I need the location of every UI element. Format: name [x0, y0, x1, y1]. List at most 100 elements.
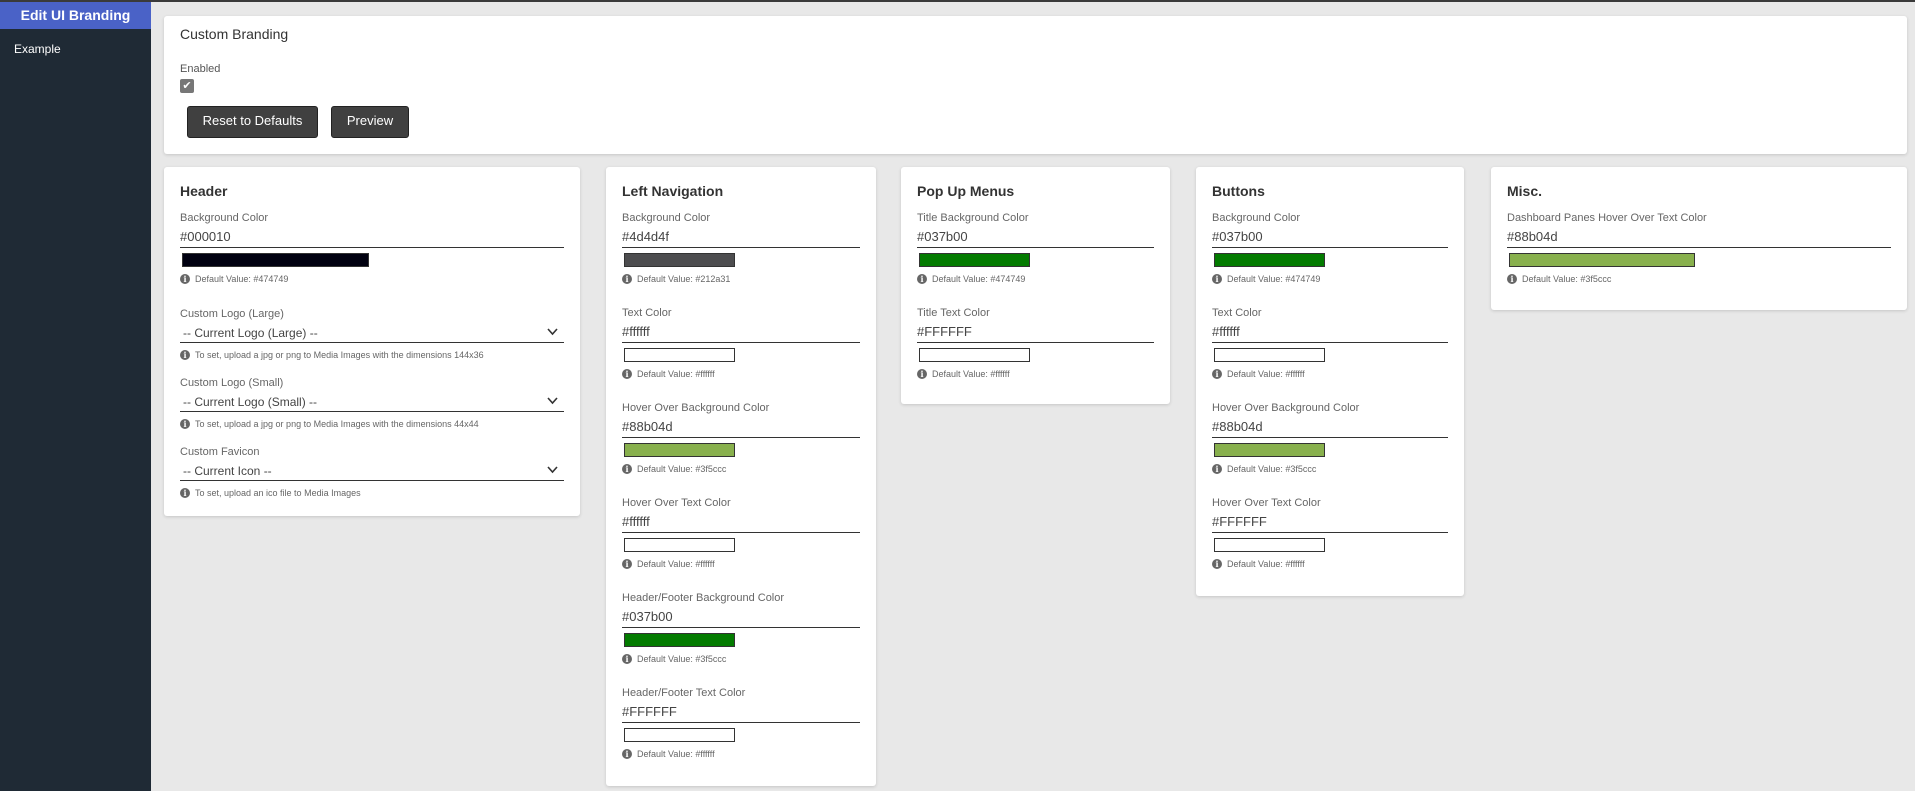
color-swatch[interactable]: [624, 253, 735, 267]
field-label: Title Background Color: [917, 212, 1029, 224]
logo-small-select[interactable]: -- Current Logo (Small) --: [180, 390, 564, 412]
color-swatch[interactable]: [919, 348, 1030, 362]
info-icon: i: [180, 419, 190, 429]
info-icon: i: [1507, 274, 1517, 284]
default-value-text: Default Value: #ffffff: [1227, 559, 1305, 569]
hint: i To set, upload a jpg or png to Media Im…: [180, 349, 564, 361]
favicon-select[interactable]: -- Current Icon --: [180, 459, 564, 481]
default-value: i Default Value: #ffffff: [917, 368, 1154, 380]
color-swatch[interactable]: [182, 253, 369, 267]
chevron-down-icon: [547, 466, 558, 474]
color-input[interactable]: #037b00: [917, 225, 1154, 248]
info-icon: i: [1212, 559, 1222, 569]
default-value: i Default Value: #474749: [917, 273, 1154, 285]
info-icon: i: [1212, 464, 1222, 474]
field-label: Background Color: [1212, 212, 1301, 224]
default-value: i Default Value: #474749: [1212, 273, 1448, 285]
color-input[interactable]: #ffffff: [1212, 320, 1448, 343]
chevron-down-icon: [547, 328, 558, 336]
color-input[interactable]: #037b00: [622, 605, 860, 628]
field-label: Header/Footer Background Color: [622, 592, 785, 604]
card-title: Custom Branding: [180, 26, 289, 42]
color-swatch[interactable]: [1214, 443, 1325, 457]
enabled-checkbox[interactable]: ✔: [180, 79, 194, 93]
header-bg-field: Background Color #000010 i Default Value:…: [180, 212, 564, 285]
preview-button[interactable]: Preview: [331, 106, 409, 138]
color-swatch[interactable]: [624, 728, 735, 742]
color-swatch[interactable]: [624, 348, 735, 362]
info-icon: i: [1212, 274, 1222, 284]
default-value-text: Default Value: #ffffff: [637, 559, 715, 569]
buttons-card: Buttons Background Color #037b00 i Default …: [1196, 167, 1464, 596]
hint-text: To set, upload an ico file to Media Imag…: [195, 488, 361, 498]
color-field: Hover Over Background Color #88b04d i Defau…: [622, 402, 860, 475]
field-label: Title Text Color: [917, 307, 990, 319]
color-field: Header/Footer Background Color #037b00 i De…: [622, 592, 860, 665]
color-swatch[interactable]: [624, 443, 735, 457]
color-input[interactable]: #88b04d: [622, 415, 860, 438]
color-swatch[interactable]: [624, 538, 735, 552]
info-icon: i: [917, 274, 927, 284]
color-input[interactable]: #FFFFFF: [622, 700, 860, 723]
custom-branding-card: Custom Branding Enabled ✔ Reset to Defau…: [164, 16, 1907, 154]
color-field: Background Color #4d4d4f i Default Value: #…: [622, 212, 860, 285]
color-field: Hover Over Text Color #FFFFFF i Default Val…: [1212, 497, 1448, 570]
default-value-text: Default Value: #ffffff: [1227, 369, 1305, 379]
color-field: Header/Footer Text Color #FFFFFF i Default …: [622, 687, 860, 760]
color-input[interactable]: #ffffff: [622, 510, 860, 533]
info-icon: i: [917, 369, 927, 379]
info-icon: i: [622, 464, 632, 474]
card-title: Buttons: [1212, 183, 1265, 199]
hint-text: To set, upload a jpg or png to Media Ima…: [195, 419, 479, 429]
info-icon: i: [622, 369, 632, 379]
color-swatch[interactable]: [624, 633, 735, 647]
color-field: Text Color #ffffff i Default Value: #ffffff: [1212, 307, 1448, 380]
default-value: i Default Value: #474749: [180, 273, 564, 285]
logo-large-select[interactable]: -- Current Logo (Large) --: [180, 321, 564, 343]
color-field: Hover Over Background Color #88b04d i Defau…: [1212, 402, 1448, 475]
color-input[interactable]: #000010: [180, 225, 564, 248]
left-navigation-card: Left Navigation Background Color #4d4d4f i…: [606, 167, 876, 786]
info-icon: i: [622, 654, 632, 664]
sidebar: Edit UI Branding Example: [0, 2, 151, 791]
card-title: Misc.: [1507, 183, 1543, 199]
color-swatch[interactable]: [1509, 253, 1695, 267]
info-icon: i: [622, 274, 632, 284]
field-label: Custom Logo (Small): [180, 377, 284, 389]
card-title: Header: [180, 183, 228, 199]
color-swatch[interactable]: [919, 253, 1030, 267]
sidebar-item-example[interactable]: Example: [0, 29, 151, 69]
field-label: Hover Over Background Color: [1212, 402, 1360, 414]
info-icon: i: [180, 274, 190, 284]
color-input[interactable]: #4d4d4f: [622, 225, 860, 248]
color-input[interactable]: #037b00: [1212, 225, 1448, 248]
color-swatch[interactable]: [1214, 253, 1325, 267]
field-label: Hover Over Text Color: [1212, 497, 1321, 509]
default-value-text: Default Value: #3f5ccc: [637, 654, 727, 664]
color-field: Title Text Color #FFFFFF i Default Value: #…: [917, 307, 1154, 380]
color-input[interactable]: #FFFFFF: [917, 320, 1154, 343]
color-input[interactable]: #ffffff: [622, 320, 860, 343]
default-value: i Default Value: #212a31: [622, 273, 860, 285]
default-value-text: Default Value: #474749: [932, 274, 1026, 284]
color-field: Dashboard Panes Hover Over Text Color #88…: [1507, 212, 1891, 285]
default-value-text: Default Value: #ffffff: [932, 369, 1010, 379]
color-input[interactable]: #88b04d: [1212, 415, 1448, 438]
default-value-text: Default Value: #ffffff: [637, 749, 715, 759]
enabled-label: Enabled: [180, 63, 221, 75]
field-label: Hover Over Text Color: [622, 497, 731, 509]
info-icon: i: [622, 559, 632, 569]
color-input[interactable]: #88b04d: [1507, 225, 1891, 248]
default-value: i Default Value: #ffffff: [622, 748, 860, 760]
custom-logo-large-field: Custom Logo (Large) -- Current Logo (Lar…: [180, 308, 564, 361]
color-swatch[interactable]: [1214, 538, 1325, 552]
color-input[interactable]: #FFFFFF: [1212, 510, 1448, 533]
custom-logo-small-field: Custom Logo (Small) -- Current Logo (Sma…: [180, 377, 564, 430]
default-value: i Default Value: #3f5ccc: [1212, 463, 1448, 475]
color-swatch[interactable]: [1214, 348, 1325, 362]
field-label: Text Color: [622, 307, 672, 319]
default-value-text: Default Value: #3f5ccc: [637, 464, 727, 474]
default-value: i Default Value: #3f5ccc: [622, 463, 860, 475]
reset-to-defaults-button[interactable]: Reset to Defaults: [187, 106, 318, 138]
info-icon: i: [622, 749, 632, 759]
